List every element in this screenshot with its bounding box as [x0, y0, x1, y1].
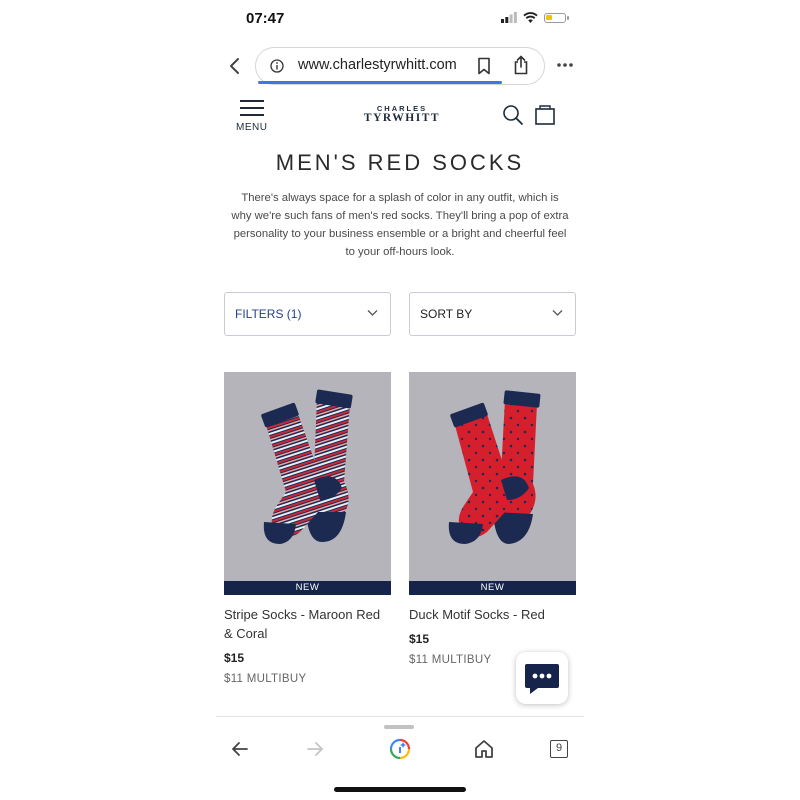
filters-dropdown[interactable]: FILTERS (1): [224, 292, 391, 336]
menu-label: MENU: [236, 122, 268, 133]
drag-handle[interactable]: [384, 725, 414, 729]
brand-logo[interactable]: CHARLES TYRWHITT: [362, 104, 442, 124]
forward-arrow-icon[interactable]: [304, 738, 326, 760]
product-image-stripe-socks[interactable]: [224, 372, 391, 581]
cellular-signal-icon: [501, 12, 517, 23]
google-assistant-icon[interactable]: [389, 738, 411, 760]
back-arrow-icon[interactable]: [229, 738, 251, 760]
tabs-icon[interactable]: 9: [550, 740, 568, 758]
bag-icon[interactable]: [534, 104, 556, 126]
menu-button[interactable]: MENU: [234, 98, 270, 134]
multibuy-price: $11 MULTIBUY: [224, 673, 307, 685]
bookmark-icon[interactable]: [476, 57, 492, 75]
back-chevron-icon[interactable]: [226, 56, 244, 76]
battery-icon: [544, 12, 569, 23]
more-icon[interactable]: [556, 60, 574, 70]
status-icons: [501, 12, 569, 23]
product-name[interactable]: Stripe Socks - Maroon Red & Coral: [224, 605, 391, 643]
new-badge: NEW: [224, 581, 391, 595]
product-card[interactable]: NEW Stripe Socks - Maroon Red & Coral $1…: [224, 372, 391, 685]
sort-by-dropdown[interactable]: SORT BY: [409, 292, 576, 336]
new-badge: NEW: [409, 581, 576, 595]
url-text: www.charlestyrwhitt.com: [298, 57, 457, 73]
search-icon[interactable]: [502, 104, 524, 126]
home-indicator[interactable]: [334, 787, 466, 792]
page-title: MEN'S RED SOCKS: [275, 150, 525, 175]
phone-screen: 07:47 www.charlestyrwhitt.com MENU CHARL…: [216, 0, 584, 800]
hamburger-icon-bar: [240, 114, 264, 116]
bottom-bar-divider: [216, 716, 584, 717]
chevron-down-icon: [552, 310, 563, 316]
chat-button[interactable]: [516, 652, 568, 704]
info-icon[interactable]: [270, 59, 284, 73]
hamburger-icon: [240, 100, 264, 102]
page-load-progress: [258, 81, 502, 84]
logo-bottom-text: TYRWHITT: [363, 112, 441, 124]
product-image-duck-socks[interactable]: [409, 372, 576, 581]
product-price: $15: [409, 632, 430, 646]
chevron-down-icon: [367, 310, 378, 316]
status-time: 07:47: [246, 10, 285, 27]
hamburger-icon-bar: [240, 107, 264, 109]
product-price: $15: [224, 651, 245, 665]
product-name[interactable]: Duck Motif Socks - Red: [409, 605, 576, 624]
filters-label: FILTERS (1): [235, 307, 302, 321]
address-bar[interactable]: www.charlestyrwhitt.com: [255, 47, 545, 85]
sort-by-label: SORT BY: [420, 307, 473, 321]
home-icon[interactable]: [473, 738, 495, 760]
wifi-icon: [523, 12, 538, 23]
tab-count: 9: [555, 742, 563, 754]
share-icon[interactable]: [512, 55, 530, 75]
chat-bubble-icon: [525, 664, 559, 694]
product-card[interactable]: NEW Duck Motif Socks - Red $15 $11 MULTI…: [409, 372, 576, 666]
intro-text: There's always space for a splash of col…: [231, 192, 569, 258]
